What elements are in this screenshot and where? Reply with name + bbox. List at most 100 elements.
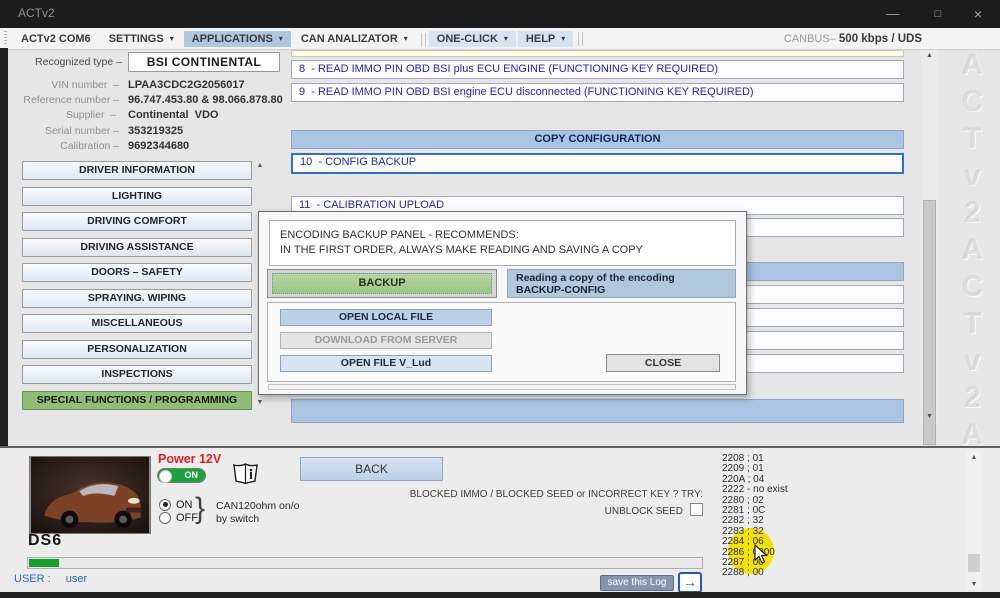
- manual-book-icon[interactable]: [232, 462, 259, 485]
- unblock-seed-row: UNBLOCK SEED: [360, 503, 703, 517]
- backup-button[interactable]: BACKUP: [272, 273, 492, 294]
- actv2-watermark: ACTv2ACTv2ACTv2: [944, 48, 1000, 445]
- menu-item[interactable]: CAN ANALIZATOR ▾: [293, 31, 416, 47]
- info-field-value: 96.747.453.80 & 98.066.878.80: [122, 94, 283, 106]
- open-local-file-button[interactable]: OPEN LOCAL FILE: [280, 309, 492, 326]
- category-button[interactable]: DRIVER INFORMATION: [22, 161, 252, 180]
- menu-item-label: SETTINGS: [109, 33, 164, 45]
- download-from-server-button[interactable]: DOWNLOAD FROM SERVER: [280, 332, 492, 349]
- can-120ohm-note: CAN120ohm on/o by switch: [216, 500, 299, 525]
- user-value: user: [66, 573, 87, 585]
- application-window: ACTv2 — □ × ACTv2 COM6 ▾ SETTINGS ▾ APPL…: [0, 0, 1000, 598]
- progress-bar-fill: [29, 559, 59, 567]
- forward-arrow-button[interactable]: →: [678, 572, 702, 593]
- scroll-up-icon[interactable]: ▲: [966, 454, 982, 461]
- main-scrollbar[interactable]: ▲ ▼: [921, 50, 938, 422]
- menu-item-label: ACTv2 COM6: [21, 33, 91, 45]
- can-resistor-radios: ON OFF: [159, 498, 198, 524]
- menu-item-label: ONE-CLICK: [437, 33, 498, 45]
- power-toggle[interactable]: ON: [157, 468, 206, 483]
- category-menu: DRIVER INFORMATION LIGHTING DRIVING COMFOR…: [22, 161, 252, 410]
- power-12v-label: Power 12V: [158, 452, 221, 466]
- function-row-9[interactable]: 9 - READ IMMO PIN OBD BSI engine ECU dis…: [291, 83, 904, 102]
- user-label: USER :: [14, 573, 51, 585]
- open-file-vlud-button[interactable]: OPEN FILE V_Lud: [280, 355, 492, 372]
- radio-off[interactable]: OFF: [159, 511, 198, 524]
- dialog-message: ENCODING BACKUP PANEL - RECOMMENDS: IN T…: [269, 220, 736, 266]
- maximize-icon[interactable]: □: [925, 4, 951, 24]
- category-button[interactable]: SPECIAL FUNCTIONS / PROGRAMMING: [22, 391, 252, 410]
- menu-item-label: CAN ANALIZATOR: [301, 33, 398, 45]
- blocked-immo-note: BLOCKED IMMO / BLOCKED SEED or INCORRECT…: [360, 489, 703, 500]
- unblock-seed-checkbox[interactable]: [690, 503, 703, 516]
- scrollbar-thumb[interactable]: [923, 200, 936, 445]
- scrollbar-thumb[interactable]: [968, 554, 980, 572]
- toggle-on-label: ON: [185, 470, 199, 480]
- radio-off-icon: [159, 512, 171, 524]
- title-bar: ACTv2 — □ ×: [0, 0, 1000, 28]
- chevron-down-icon: ▾: [279, 34, 283, 43]
- category-button[interactable]: DOORS – SAFETY: [22, 263, 252, 282]
- window-title: ACTv2: [18, 6, 55, 20]
- category-button[interactable]: INSPECTIONS: [22, 365, 252, 384]
- scroll-up-icon[interactable]: ▲: [921, 52, 938, 59]
- chevron-down-icon: ▾: [561, 34, 565, 43]
- brace-glyph: }: [195, 492, 205, 526]
- info-field-label: Serial number –: [10, 125, 122, 137]
- category-button[interactable]: PERSONALIZATION: [22, 340, 252, 359]
- info-field: Reference number – 96.747.453.80 & 98.06…: [10, 92, 288, 107]
- info-field-value: 9692344680: [122, 140, 189, 152]
- window-left-edge: [0, 48, 8, 446]
- menu-item[interactable]: HELP ▾: [518, 31, 573, 47]
- info-field-value: LPAA3CDC2G2056017: [122, 79, 245, 91]
- info-field-label: Reference number –: [10, 94, 122, 106]
- chevron-down-icon: ▾: [170, 34, 174, 43]
- file-actions-group: OPEN LOCAL FILE DOWNLOAD FROM SERVER OPE…: [267, 302, 736, 382]
- category-button[interactable]: DRIVING ASSISTANCE: [22, 238, 252, 257]
- encoding-backup-dialog: ENCODING BACKUP PANEL - RECOMMENDS: IN T…: [258, 211, 747, 395]
- scroll-down-icon[interactable]: ▼: [253, 399, 267, 406]
- category-button[interactable]: MISCELLANEOUS: [22, 314, 252, 333]
- category-button[interactable]: LIGHTING: [22, 187, 252, 206]
- backup-info-panel: Reading a copy of the encoding BACKUP-CO…: [507, 269, 736, 298]
- info-field: Calibration – 9692344680: [10, 138, 288, 153]
- mouse-cursor: [754, 544, 769, 564]
- recognized-type-label: Recognized type –: [10, 56, 122, 68]
- menu-bar: ACTv2 COM6 ▾ SETTINGS ▾ APPLICATIONS ▾ C…: [0, 28, 1000, 50]
- section-header-copy-configuration: COPY CONFIGURATION: [291, 130, 904, 149]
- menu-item[interactable]: ONE-CLICK ▾: [429, 31, 516, 47]
- bottom-panel: Power 12V ON ON OFF } CAN120ohm on/o by …: [0, 446, 1000, 592]
- function-row-10-selected[interactable]: 10 - CONFIG BACKUP: [291, 153, 904, 174]
- scroll-down-icon[interactable]: ▼: [921, 413, 938, 420]
- info-field-label: Supplier –: [10, 109, 122, 121]
- minimize-icon[interactable]: —: [880, 4, 906, 24]
- backup-button-frame: BACKUP: [267, 269, 497, 298]
- category-button[interactable]: DRIVING COMFORT: [22, 212, 252, 231]
- radio-on-icon: [159, 499, 171, 511]
- save-log-button[interactable]: save this Log: [600, 575, 674, 591]
- vehicle-fields: VIN number – LPAA3CDC2G2056017 Reference…: [10, 77, 288, 153]
- menu-item[interactable]: APPLICATIONS ▾: [184, 31, 291, 47]
- scroll-up-icon[interactable]: ▲: [253, 162, 267, 169]
- scroll-down-icon[interactable]: ▼: [966, 581, 982, 588]
- progress-bar: [27, 557, 703, 569]
- section-footer-band: [291, 399, 904, 423]
- menu-item[interactable]: SETTINGS ▾: [101, 31, 182, 47]
- canbus-value: 500 kbps / UDS: [839, 33, 922, 45]
- close-button[interactable]: CLOSE: [606, 354, 720, 372]
- back-button[interactable]: BACK: [300, 457, 443, 481]
- menu-separator: [578, 32, 583, 46]
- log-scrollbar[interactable]: ▲ ▼: [966, 452, 982, 590]
- toolbar-grip-icon: [4, 31, 7, 46]
- info-field-value: 353219325: [122, 125, 183, 137]
- menu-item[interactable]: ACTv2 COM6 ▾: [13, 31, 99, 47]
- chevron-down-icon: ▾: [404, 34, 408, 43]
- function-row-8[interactable]: 8 - READ IMMO PIN OBD BSI plus ECU ENGIN…: [291, 60, 904, 79]
- car-model-label: DS6: [28, 532, 62, 550]
- radio-on[interactable]: ON: [159, 498, 198, 511]
- close-icon[interactable]: ×: [965, 4, 991, 24]
- canbus-label: CANBUS–: [784, 33, 836, 45]
- radio-on-label: ON: [176, 499, 193, 511]
- car-image: [29, 456, 151, 534]
- category-button[interactable]: SPRAYING. WIPING: [22, 289, 252, 308]
